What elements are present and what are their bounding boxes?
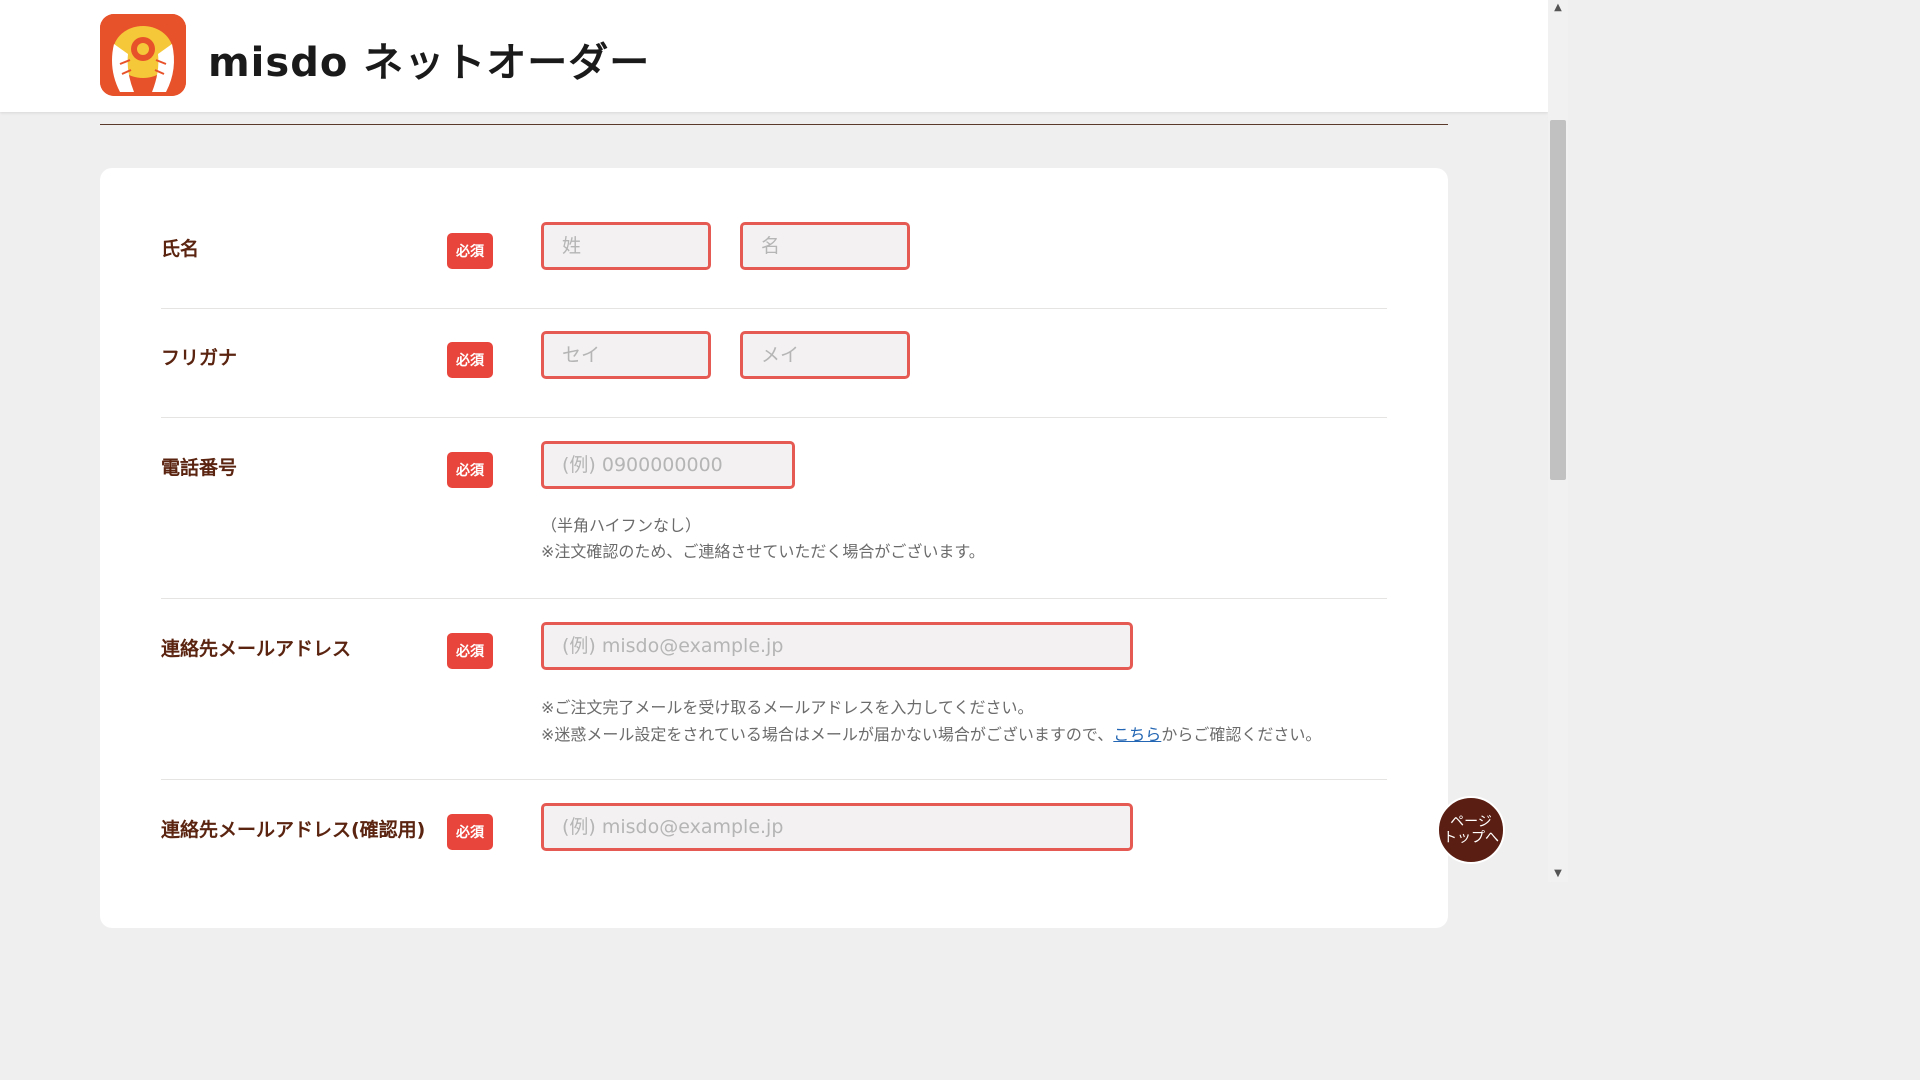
phone-input[interactable] [541,441,795,489]
email-note-spam-text-after: からご確認ください。 [1161,725,1322,744]
row-phone: 電話番号 必須 （半角ハイフンなし） ※注文確認のため、ご連絡させていただく場合… [161,441,1387,599]
page-top-label-line2: トップへ [1443,830,1499,846]
phone-note-contact: ※注文確認のため、ご連絡させていただく場合がございます。 [541,542,985,561]
required-badge: 必須 [447,814,493,850]
scroll-down-icon[interactable]: ▼ [1548,866,1568,882]
row-email: 連絡先メールアドレス 必須 ※ご注文完了メールを受け取るメールアドレスを入力して… [161,622,1387,780]
email-label: 連絡先メールアドレス [161,638,352,660]
required-badge: 必須 [447,452,493,488]
scrollbar-thumb[interactable] [1550,120,1566,480]
scroll-up-icon[interactable]: ▲ [1548,0,1568,16]
last-name-input[interactable] [541,222,711,270]
form-card: 氏名 必須 フリガナ 必須 電話番号 必須 （半角ハイフンなし） ※注文確認のた… [100,168,1448,928]
page-top-label-line1: ページ [1450,814,1492,830]
email-note-spam: ※迷惑メール設定をされている場合はメールが届かない場合がございますので、こちらか… [541,722,1321,748]
furigana-label: フリガナ [161,347,238,369]
page-top-button[interactable]: ページ トップへ [1437,796,1505,864]
required-badge: 必須 [447,342,493,378]
email-confirm-label: 連絡先メールアドレス(確認用) [161,819,426,841]
row-furigana: フリガナ 必須 [161,331,1387,418]
phone-label: 電話番号 [161,457,238,479]
site-header: misdo ネットオーダー [0,0,1548,112]
vertical-scrollbar[interactable]: ▲ ▼ [1548,0,1568,882]
email-input[interactable] [541,622,1133,670]
row-email-confirm: 連絡先メールアドレス(確認用) 必須 [161,803,1387,895]
phone-note-hyphen: （半角ハイフンなし） [541,516,702,535]
logo-text[interactable]: misdo ネットオーダー [208,30,650,86]
email-confirm-input[interactable] [541,803,1133,851]
first-name-input[interactable] [740,222,910,270]
email-note-spam-text: ※迷惑メール設定をされている場合はメールが届かない場合がございますので、 [541,725,1114,744]
email-note-completion: ※ご注文完了メールを受け取るメールアドレスを入力してください。 [541,698,1034,717]
spam-info-link[interactable]: こちら [1113,725,1161,744]
last-name-kana-input[interactable] [541,331,711,379]
row-name: 氏名 必須 [161,222,1387,309]
header-divider [100,124,1448,125]
required-badge: 必須 [447,233,493,269]
name-label: 氏名 [161,238,200,260]
first-name-kana-input[interactable] [740,331,910,379]
donut-mascot-icon[interactable] [100,14,186,96]
required-badge: 必須 [447,633,493,669]
